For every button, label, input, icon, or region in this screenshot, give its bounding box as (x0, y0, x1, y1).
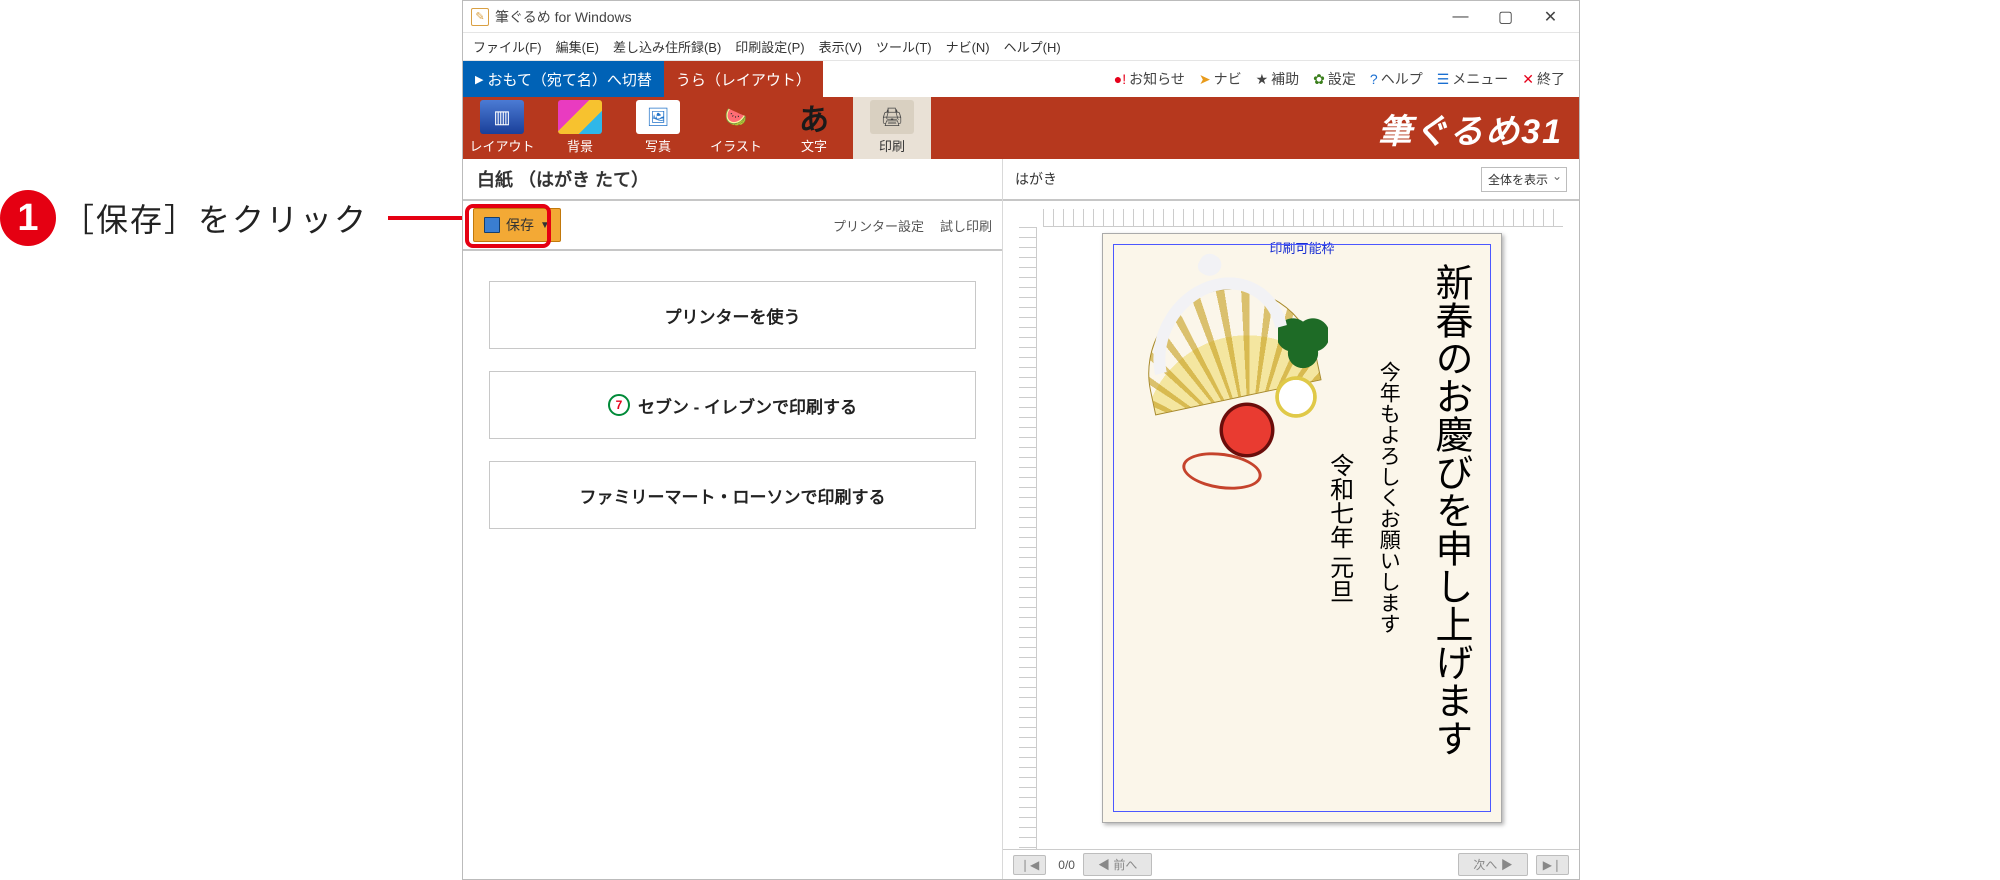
menu-tool[interactable]: ツール(T) (876, 37, 932, 56)
util-navi[interactable]: ➤ナビ (1199, 69, 1242, 89)
layout-icon: ▥ (480, 100, 524, 134)
document-title: 白紙 （はがき たて） (463, 159, 1002, 201)
option-familymart-lawson[interactable]: ファミリーマート・ローソンで印刷する (489, 461, 976, 529)
menu-address[interactable]: 差し込み住所録(B) (613, 37, 721, 56)
close-button[interactable]: ✕ (1528, 3, 1573, 31)
util-assist[interactable]: ★補助 (1256, 69, 1300, 89)
preview-label: はがき (1015, 169, 1057, 189)
save-button[interactable]: 保存 ▼ (473, 208, 561, 242)
app-logo: 筆ぐるめ31 (1378, 97, 1579, 159)
option-seven-eleven[interactable]: 7 セブン - イレブンで印刷する (489, 371, 976, 439)
app-window: ✎ 筆ぐるめ for Windows — ▢ ✕ ファイル(F) 編集(E) 差… (462, 0, 1580, 880)
text-icon: あ (792, 100, 836, 134)
menu-print-settings[interactable]: 印刷設定(P) (735, 37, 804, 56)
toolbar-photo[interactable]: 🖼 写真 (619, 97, 697, 159)
new-year-illustration (1128, 275, 1338, 505)
utility-links: ●!お知らせ ➤ナビ ★補助 ✿設定 ?ヘルプ ☰メニュー ✕終了 (1114, 61, 1579, 97)
toolbar-text[interactable]: あ 文字 (775, 97, 853, 159)
test-print-link[interactable]: 試し印刷 (940, 216, 992, 235)
ruler-vertical (1019, 227, 1037, 849)
toolbar-background[interactable]: 背景 (541, 97, 619, 159)
menu-edit[interactable]: 編集(E) (556, 37, 599, 56)
alert-icon: ●! (1114, 71, 1126, 87)
cursor-icon: ➤ (1199, 71, 1211, 88)
util-help[interactable]: ?ヘルプ (1370, 69, 1423, 89)
nav-last-button[interactable]: ▶❘ (1536, 855, 1569, 875)
print-settings-pane: 白紙 （はがき たて） 保存 ▼ プリンター設定 試し印刷 プリンターを使う 7… (463, 159, 1003, 879)
ruler-horizontal (1043, 209, 1563, 227)
option-use-printer[interactable]: プリンターを使う (489, 281, 976, 349)
star-icon: ★ (1256, 71, 1269, 88)
title-bar: ✎ 筆ぐるめ for Windows — ▢ ✕ (463, 1, 1579, 33)
nav-first-button[interactable]: ❘◀ (1013, 855, 1046, 875)
preview-pane: はがき 全体を表示 印刷可能枠 (1003, 159, 1579, 879)
printer-icon: 🖨 (870, 100, 914, 134)
gear-icon: ✿ (1313, 71, 1325, 88)
print-options: プリンターを使う 7 セブン - イレブンで印刷する ファミリーマート・ローソン… (463, 251, 1002, 559)
step-text: ［保存］をクリック (62, 195, 368, 241)
menu-view[interactable]: 表示(V) (819, 37, 862, 56)
toolbar-illust[interactable]: 🍉 イラスト (697, 97, 775, 159)
util-menu[interactable]: ☰メニュー (1437, 69, 1509, 89)
switch-ura-tab[interactable]: うら（レイアウト） (664, 61, 823, 97)
save-label: 保存 (506, 215, 534, 235)
preview-navbar: ❘◀ 0/0 ◀ 前へ 次へ ▶ ▶❘ (1003, 849, 1579, 879)
menu-icon: ☰ (1437, 71, 1450, 88)
util-settings[interactable]: ✿設定 (1313, 69, 1356, 89)
postcard-preview[interactable]: 印刷可能枠 令和七年 元旦 今年もよろしくお願いします (1102, 233, 1502, 823)
nav-next-button[interactable]: 次へ ▶ (1458, 853, 1527, 876)
seven-eleven-icon: 7 (608, 394, 630, 416)
menu-help[interactable]: ヘルプ(H) (1004, 37, 1061, 56)
util-exit[interactable]: ✕終了 (1522, 69, 1565, 89)
app-icon: ✎ (471, 8, 489, 26)
menu-bar: ファイル(F) 編集(E) 差し込み住所録(B) 印刷設定(P) 表示(V) ツ… (463, 33, 1579, 61)
main-toolbar: ▥ レイアウト 背景 🖼 写真 🍉 イラスト あ 文字 🖨 印刷 筆ぐるめ31 (463, 97, 1579, 159)
window-title: 筆ぐるめ for Windows (495, 7, 1438, 27)
illust-icon: 🍉 (714, 100, 758, 134)
printer-settings-link[interactable]: プリンター設定 (833, 216, 924, 235)
dropdown-arrow-icon: ▼ (540, 220, 550, 231)
minimize-button[interactable]: — (1438, 3, 1483, 31)
nav-prev-button[interactable]: ◀ 前へ (1083, 853, 1152, 876)
save-disk-icon (484, 217, 500, 233)
card-body: 今年もよろしくお願いします (1372, 361, 1406, 797)
photo-icon: 🖼 (636, 100, 680, 134)
menu-navi[interactable]: ナビ(N) (946, 37, 990, 56)
nav-count: 0/0 (1058, 858, 1075, 872)
mode-switch-row: おもて（宛て名）へ切替 うら（レイアウト） ●!お知らせ ➤ナビ ★補助 ✿設定… (463, 61, 1579, 97)
switch-omote-button[interactable]: おもて（宛て名）へ切替 (463, 61, 664, 97)
card-greeting: 新春のお慶びを申し上げます (1419, 263, 1480, 797)
background-icon (558, 100, 602, 134)
close-icon: ✕ (1522, 71, 1534, 88)
maximize-button[interactable]: ▢ (1483, 3, 1528, 31)
step-badge: 1 (0, 190, 56, 246)
save-row: 保存 ▼ プリンター設定 試し印刷 (463, 201, 1002, 251)
help-icon: ? (1370, 71, 1378, 87)
zoom-select[interactable]: 全体を表示 (1481, 167, 1567, 192)
toolbar-layout[interactable]: ▥ レイアウト (463, 97, 541, 159)
menu-file[interactable]: ファイル(F) (473, 37, 542, 56)
util-news[interactable]: ●!お知らせ (1114, 69, 1185, 89)
toolbar-print[interactable]: 🖨 印刷 (853, 97, 931, 159)
